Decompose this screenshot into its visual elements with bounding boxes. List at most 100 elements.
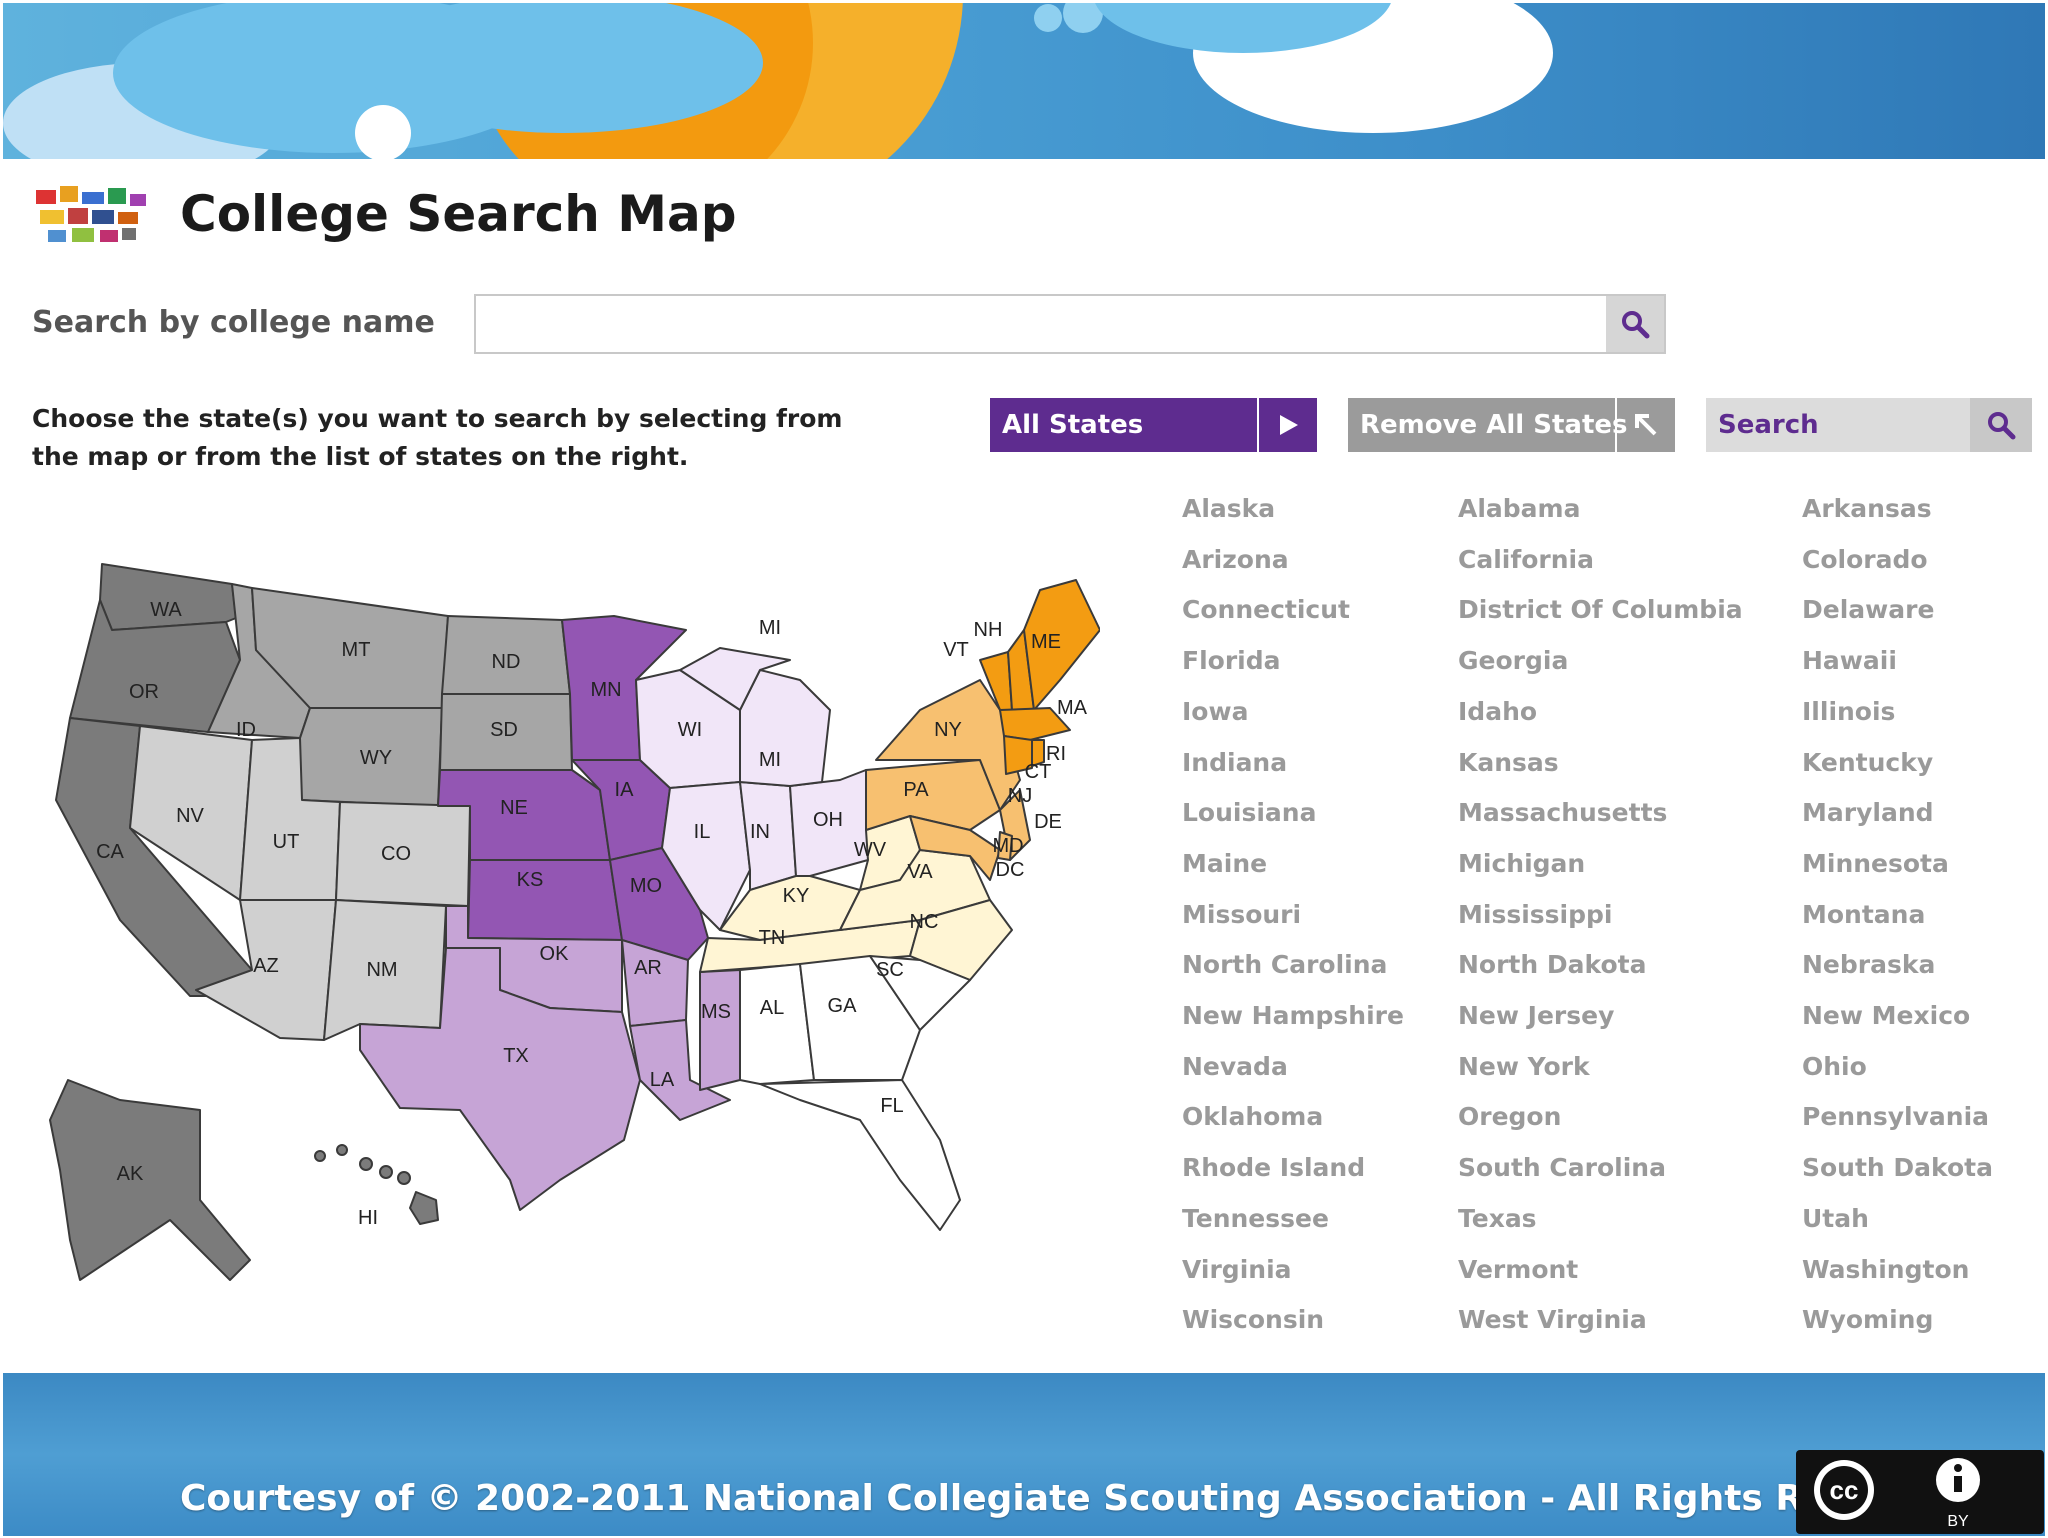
all-states-button[interactable]: All States	[990, 398, 1317, 452]
state-list-item[interactable]: New Mexico	[1802, 1001, 1970, 1030]
state-list-item[interactable]: Kansas	[1458, 748, 1559, 777]
state-list-item[interactable]: Wisconsin	[1182, 1305, 1324, 1334]
state-list-item[interactable]: Alaska	[1182, 494, 1275, 523]
state-list-item[interactable]: Nebraska	[1802, 950, 1935, 979]
map-label: GA	[828, 995, 858, 1017]
state-list-item[interactable]: Indiana	[1182, 748, 1287, 777]
remove-all-states-button[interactable]: Remove All States	[1348, 398, 1675, 452]
map-label: NY	[934, 719, 962, 741]
map-label: MO	[630, 875, 662, 897]
state-list-item[interactable]: South Carolina	[1458, 1153, 1666, 1182]
map-label: VT	[943, 639, 969, 661]
state-list-item[interactable]: Minnesota	[1802, 849, 1949, 878]
map-label: CA	[96, 841, 124, 863]
state-list-item[interactable]: Maine	[1182, 849, 1267, 878]
state-list-item[interactable]: Massachusetts	[1458, 798, 1667, 827]
state-list-item[interactable]: Iowa	[1182, 697, 1248, 726]
state-list-item[interactable]: Idaho	[1458, 697, 1537, 726]
map-label: AK	[117, 1163, 144, 1185]
state-list-item[interactable]: Missouri	[1182, 900, 1301, 929]
state-list-item[interactable]: Wyoming	[1802, 1305, 1933, 1334]
state-list-item[interactable]: Virginia	[1182, 1255, 1292, 1284]
map-label: TN	[759, 927, 786, 949]
state-list-item[interactable]: Oregon	[1458, 1102, 1561, 1131]
us-map: WA OR CA ID NV MT WY UT AZ CO NM ND SD N…	[49, 563, 1100, 1281]
map-label: MS	[701, 1001, 731, 1023]
map-label: SC	[876, 959, 904, 981]
map-label: WY	[360, 747, 392, 769]
state-list-item[interactable]: Rhode Island	[1182, 1153, 1365, 1182]
state-list-item[interactable]: Hawaii	[1802, 646, 1897, 675]
state-list-item[interactable]: Maryland	[1802, 798, 1934, 827]
state-list-item[interactable]: Delaware	[1802, 595, 1934, 624]
map-label: ME	[1031, 631, 1061, 653]
state-list-item[interactable]: Connecticut	[1182, 595, 1350, 624]
state-list-item[interactable]: Louisiana	[1182, 798, 1316, 827]
cc-by-label: BY	[1947, 1513, 1969, 1530]
state-MS[interactable]	[699, 969, 741, 1091]
state-list-item[interactable]: North Carolina	[1182, 950, 1387, 979]
state-list-item[interactable]: Alabama	[1458, 494, 1580, 523]
state-AK[interactable]	[49, 1079, 251, 1281]
state-list-item[interactable]: Illinois	[1802, 697, 1895, 726]
remove-all-states-label: Remove All States	[1360, 410, 1628, 440]
state-list-item[interactable]: Oklahoma	[1182, 1102, 1323, 1131]
state-list-item[interactable]: Arizona	[1182, 545, 1289, 574]
state-list-item[interactable]: Washington	[1802, 1255, 1969, 1284]
state-list-item[interactable]: Texas	[1458, 1204, 1537, 1233]
map-label: NE	[500, 797, 528, 819]
state-list-item[interactable]: Ohio	[1802, 1052, 1867, 1081]
state-list-item[interactable]: New Jersey	[1458, 1001, 1614, 1030]
state-list-item[interactable]: Nevada	[1182, 1052, 1288, 1081]
state-PA[interactable]	[865, 759, 1001, 831]
map-label: AZ	[253, 955, 279, 977]
state-list-item[interactable]: Georgia	[1458, 646, 1568, 675]
state-KS[interactable]	[467, 859, 623, 941]
state-FL[interactable]	[759, 1079, 961, 1231]
map-label: AR	[634, 957, 662, 979]
state-list-item[interactable]: Vermont	[1458, 1255, 1578, 1284]
map-label: VA	[907, 861, 933, 883]
state-list-item[interactable]: New Hampshire	[1182, 1001, 1404, 1030]
state-list-item[interactable]: Michigan	[1458, 849, 1585, 878]
state-list-item[interactable]: Mississippi	[1458, 900, 1612, 929]
map-label: OR	[129, 681, 159, 703]
state-list-item[interactable]: District Of Columbia	[1458, 595, 1743, 624]
search-box	[474, 294, 1666, 354]
cc-icon: cc	[1830, 1475, 1859, 1505]
map-label: WV	[854, 839, 887, 861]
map-label: MI	[759, 749, 781, 771]
state-MI[interactable]	[739, 669, 831, 787]
creative-commons-badge[interactable]: cc BY	[1796, 1450, 2044, 1534]
state-list-item[interactable]: West Virginia	[1458, 1305, 1647, 1334]
map-label: DE	[1034, 811, 1062, 833]
play-arrow-icon	[1257, 398, 1317, 452]
state-list-item[interactable]: Colorado	[1802, 545, 1928, 574]
state-search-button[interactable]: Search	[1706, 398, 2032, 452]
state-list-item[interactable]: Utah	[1802, 1204, 1869, 1233]
instruction-text: Choose the state(s) you want to search b…	[32, 404, 843, 471]
state-list-item[interactable]: California	[1458, 545, 1594, 574]
state-list-item[interactable]: Florida	[1182, 646, 1281, 675]
state-list-item[interactable]: Pennsylvania	[1802, 1102, 1989, 1131]
map-label: MI	[759, 617, 781, 639]
map-label: LA	[650, 1069, 675, 1091]
map-label: IA	[615, 779, 635, 801]
college-search-button[interactable]	[1606, 296, 1664, 352]
state-list-item[interactable]: Montana	[1802, 900, 1925, 929]
state-list-item[interactable]: New York	[1458, 1052, 1590, 1081]
state-list-item[interactable]: South Dakota	[1802, 1153, 1993, 1182]
map-label: DC	[996, 859, 1025, 881]
top-banner	[3, 3, 2045, 159]
map-label: NV	[176, 805, 204, 827]
all-states-label: All States	[1002, 410, 1144, 440]
map-label: HI	[358, 1207, 378, 1229]
arrow-up-left-icon	[1615, 398, 1675, 452]
state-list-item[interactable]: Arkansas	[1802, 494, 1932, 523]
state-list-item[interactable]: North Dakota	[1458, 950, 1646, 979]
map-label: IL	[694, 821, 711, 843]
state-list-item[interactable]: Kentucky	[1802, 748, 1933, 777]
state-list-item[interactable]: Tennessee	[1182, 1204, 1329, 1233]
map-label: AL	[760, 997, 784, 1019]
college-name-input[interactable]	[476, 296, 1610, 354]
